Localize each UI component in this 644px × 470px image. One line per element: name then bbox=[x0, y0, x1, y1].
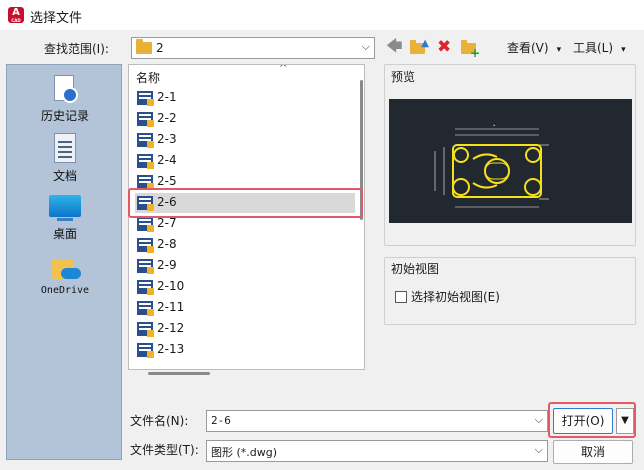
documents-icon bbox=[50, 133, 80, 165]
dwg-file-icon bbox=[137, 343, 154, 358]
file-name-text: 2-13 bbox=[157, 342, 185, 356]
dwg-file-icon bbox=[137, 259, 154, 274]
initial-view-group: 初始视图 选择初始视图(E) bbox=[384, 257, 636, 325]
places-bar: 历史记录 文档 桌面 OneDrive bbox=[6, 64, 122, 460]
file-name-text: 2-2 bbox=[157, 111, 177, 125]
file-list-item[interactable]: 2-9 bbox=[135, 256, 355, 276]
look-in-dropdown[interactable]: 2 ⌵ bbox=[131, 37, 375, 59]
dwg-file-icon bbox=[137, 154, 154, 169]
new-folder-icon[interactable]: + bbox=[460, 37, 480, 60]
dwg-file-icon bbox=[137, 112, 154, 127]
selection-highlight-frame bbox=[128, 188, 363, 218]
file-list-item[interactable]: 2-3 bbox=[135, 130, 355, 150]
file-name-input[interactable]: 2-6 ⌵ bbox=[206, 410, 548, 432]
look-in-value: 2 bbox=[156, 41, 164, 55]
file-name-text: 2-7 bbox=[157, 216, 177, 230]
file-name-text: 2-4 bbox=[157, 153, 177, 167]
file-name-label: 文件名(N): bbox=[130, 414, 189, 428]
file-list-item[interactable]: 2-8 bbox=[135, 235, 355, 255]
dwg-file-icon bbox=[137, 217, 154, 232]
dwg-file-icon bbox=[137, 322, 154, 337]
select-initial-view-label[interactable]: 选择初始视图(E) bbox=[411, 288, 500, 305]
back-arrow-icon[interactable]: 🡄 bbox=[386, 37, 404, 57]
up-one-level-icon[interactable]: ▲ bbox=[409, 37, 429, 57]
places-item-documents[interactable]: 文档 bbox=[7, 133, 123, 184]
file-list-item[interactable]: 2-12 bbox=[135, 319, 355, 339]
file-list-item[interactable]: 2-10 bbox=[135, 277, 355, 297]
open-options-dropdown[interactable]: ▼ bbox=[616, 408, 634, 434]
dwg-file-icon bbox=[137, 301, 154, 316]
preview-group: 预览 • bbox=[384, 64, 636, 246]
dwg-file-icon bbox=[137, 175, 154, 190]
select-initial-view-checkbox[interactable] bbox=[395, 291, 407, 303]
dwg-file-icon bbox=[137, 91, 154, 106]
title-bar: A CAD 选择文件 bbox=[0, 0, 644, 30]
file-type-label: 文件类型(T): bbox=[130, 443, 199, 457]
horizontal-scrollbar[interactable] bbox=[148, 372, 210, 375]
column-header-name[interactable]: 名称 bbox=[136, 69, 160, 86]
caret-down-icon: ▾ bbox=[556, 45, 562, 55]
dwg-file-icon bbox=[137, 280, 154, 295]
desktop-icon bbox=[49, 195, 81, 223]
drawing-thumbnail: • bbox=[434, 123, 549, 208]
dwg-file-icon bbox=[137, 238, 154, 253]
delete-icon[interactable]: ✖ bbox=[437, 37, 453, 57]
tools-menu[interactable]: 工具(L) ▾ bbox=[573, 39, 626, 56]
file-list-item[interactable]: 2-2 bbox=[135, 109, 355, 129]
svg-text:•: • bbox=[493, 123, 495, 128]
caret-down-icon: ▾ bbox=[621, 45, 626, 55]
window-title: 选择文件 bbox=[30, 11, 83, 26]
places-item-history[interactable]: 历史记录 bbox=[7, 75, 123, 124]
folder-icon bbox=[136, 39, 152, 54]
open-button[interactable]: 打开(O) bbox=[553, 408, 613, 434]
file-name-text: 2-12 bbox=[157, 321, 185, 335]
file-list-item[interactable]: 2-11 bbox=[135, 298, 355, 318]
places-item-onedrive[interactable]: OneDrive bbox=[7, 253, 123, 296]
file-list-item[interactable]: 2-13 bbox=[135, 340, 355, 360]
look-in-label: 查找范围(I): bbox=[44, 42, 109, 56]
autocad-app-icon: A CAD bbox=[8, 7, 24, 23]
file-list-item[interactable]: 2-1 bbox=[135, 88, 355, 108]
file-name-text: 2-3 bbox=[157, 132, 177, 146]
drawing-preview: • bbox=[389, 99, 632, 223]
file-name-text: 2-11 bbox=[157, 300, 185, 314]
chevron-down-icon[interactable]: ⌵ bbox=[362, 40, 370, 54]
chevron-down-icon[interactable]: ⌵ bbox=[535, 443, 543, 457]
file-type-select[interactable]: 图形 (*.dwg) ⌵ bbox=[206, 440, 548, 462]
dwg-file-icon bbox=[137, 133, 154, 148]
file-name-text: 2-1 bbox=[157, 90, 177, 104]
views-menu[interactable]: 查看(V) ▾ bbox=[507, 39, 561, 56]
sort-ascending-icon: ^ bbox=[279, 64, 288, 74]
cancel-button[interactable]: 取消 bbox=[553, 440, 633, 464]
file-name-text: 2-8 bbox=[157, 237, 177, 251]
file-name-value: 2-6 bbox=[211, 414, 231, 427]
file-list-item[interactable]: 2-4 bbox=[135, 151, 355, 171]
preview-title: 预览 bbox=[391, 70, 416, 84]
file-name-text: 2-10 bbox=[157, 279, 185, 293]
onedrive-icon bbox=[49, 253, 81, 283]
file-type-value: 图形 (*.dwg) bbox=[211, 446, 278, 459]
file-name-text: 2-9 bbox=[157, 258, 177, 272]
history-icon bbox=[50, 75, 80, 105]
places-item-desktop[interactable]: 桌面 bbox=[7, 195, 123, 242]
file-name-text: 2-5 bbox=[157, 174, 177, 188]
initial-view-title: 初始视图 bbox=[391, 262, 440, 276]
chevron-down-icon[interactable]: ⌵ bbox=[535, 413, 543, 427]
